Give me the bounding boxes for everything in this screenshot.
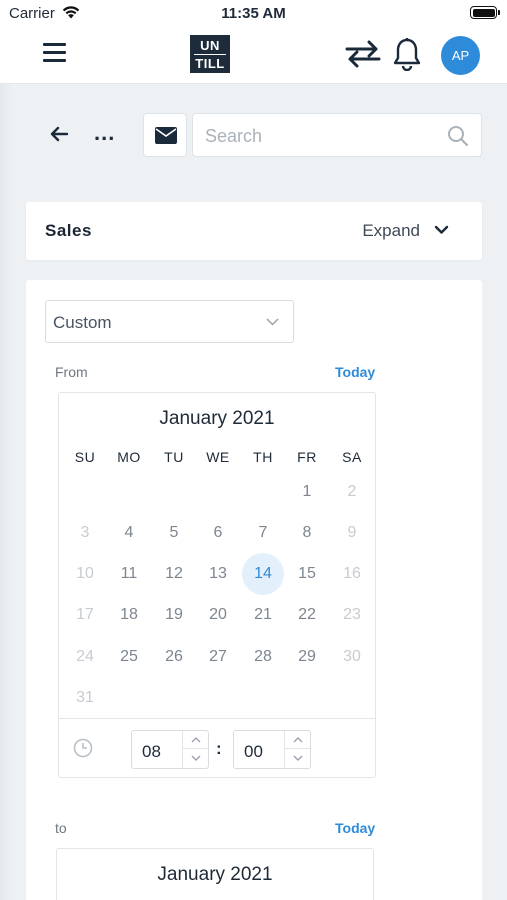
- calendar-day[interactable]: 2: [330, 473, 374, 511]
- weekday-header: MO: [117, 449, 141, 465]
- calendar-month-title: January 2021: [157, 864, 273, 885]
- period-select-value: Custom: [53, 313, 112, 332]
- chevron-down-icon[interactable]: [434, 225, 449, 235]
- calendar-day-selected[interactable]: 14: [241, 555, 285, 593]
- calendar-day[interactable]: 7: [241, 514, 285, 552]
- more-button[interactable]: ...: [94, 122, 115, 144]
- status-time: 11:35 AM: [221, 5, 286, 22]
- envelope-icon: [155, 127, 177, 144]
- calendar-day[interactable]: 27: [196, 638, 240, 676]
- search-input[interactable]: [205, 124, 440, 148]
- weekday-header: SA: [342, 449, 362, 465]
- toolbar: ...: [0, 84, 507, 184]
- calendar-day[interactable]: 12: [152, 555, 196, 593]
- minute-increment[interactable]: [285, 731, 310, 749]
- from-calendar: January 2021 SU MO TU WE TH FR SA 1 2 3 4 5 6 7 8 9 10 11…: [58, 392, 376, 778]
- hour-decrement[interactable]: [183, 749, 208, 767]
- to-label: to: [55, 820, 67, 836]
- status-bar: Carrier 11:35 AM: [0, 0, 507, 26]
- calendar-day[interactable]: 5: [152, 514, 196, 552]
- top-nav: UN TILL AP: [0, 26, 507, 84]
- swap-arrows-icon[interactable]: [345, 40, 381, 68]
- time-separator: :: [216, 739, 222, 758]
- expand-button[interactable]: Expand: [362, 221, 420, 241]
- calendar-day[interactable]: 19: [152, 596, 196, 634]
- time-picker: 08 : 00: [59, 718, 375, 778]
- calendar-day[interactable]: 9: [330, 514, 374, 552]
- hour-input[interactable]: 08: [131, 730, 209, 769]
- minute-decrement[interactable]: [285, 749, 310, 767]
- calendar-day[interactable]: 23: [330, 596, 374, 634]
- chevron-down-icon: [191, 755, 201, 761]
- sales-section-header[interactable]: Sales Expand: [26, 202, 482, 260]
- calendar-day[interactable]: 31: [63, 679, 107, 717]
- weekday-header: TU: [164, 449, 184, 465]
- hour-value: 08: [142, 742, 161, 761]
- minute-value: 00: [244, 742, 263, 761]
- avatar[interactable]: AP: [441, 36, 480, 75]
- clock-icon: [73, 738, 93, 758]
- untill-logo: UN TILL: [190, 35, 230, 73]
- calendar-day[interactable]: 25: [107, 638, 151, 676]
- from-today-link[interactable]: Today: [335, 364, 375, 380]
- calendar-day[interactable]: 16: [330, 555, 374, 593]
- chevron-up-icon: [191, 737, 201, 743]
- battery-icon: [470, 6, 500, 19]
- search-icon[interactable]: [447, 125, 469, 147]
- calendar-day[interactable]: 4: [107, 514, 151, 552]
- calendar-day[interactable]: 24: [63, 638, 107, 676]
- weekday-header: WE: [206, 449, 230, 465]
- menu-icon[interactable]: [43, 43, 66, 62]
- calendar-day[interactable]: 18: [107, 596, 151, 634]
- calendar-day[interactable]: 29: [285, 638, 329, 676]
- calendar-day[interactable]: 10: [63, 555, 107, 593]
- chevron-down-icon: [266, 318, 279, 326]
- to-calendar: January 2021: [56, 848, 374, 900]
- calendar-day[interactable]: 11: [107, 555, 151, 593]
- calendar-day[interactable]: 3: [63, 514, 107, 552]
- minute-input[interactable]: 00: [233, 730, 311, 769]
- logo-bottom-text: TILL: [195, 56, 225, 71]
- back-arrow-icon[interactable]: [49, 126, 69, 142]
- to-today-link[interactable]: Today: [335, 820, 375, 836]
- calendar-day[interactable]: 26: [152, 638, 196, 676]
- calendar-day[interactable]: 8: [285, 514, 329, 552]
- calendar-month-title: January 2021: [159, 408, 275, 429]
- chevron-down-icon: [293, 755, 303, 761]
- calendar-day[interactable]: 1: [285, 473, 329, 511]
- calendar-day[interactable]: 28: [241, 638, 285, 676]
- bell-icon[interactable]: [392, 37, 422, 71]
- calendar-day[interactable]: 30: [330, 638, 374, 676]
- period-select[interactable]: Custom: [45, 300, 294, 343]
- mail-button[interactable]: [143, 113, 187, 157]
- hour-increment[interactable]: [183, 731, 208, 749]
- calendar-day[interactable]: 13: [196, 555, 240, 593]
- calendar-day[interactable]: 22: [285, 596, 329, 634]
- calendar-day[interactable]: 17: [63, 596, 107, 634]
- chevron-up-icon: [293, 737, 303, 743]
- logo-top-text: UN: [200, 38, 220, 53]
- calendar-day[interactable]: 6: [196, 514, 240, 552]
- calendar-day[interactable]: 15: [285, 555, 329, 593]
- weekday-header: TH: [253, 449, 273, 465]
- weekday-header: FR: [297, 449, 317, 465]
- calendar-day[interactable]: 21: [241, 596, 285, 634]
- date-filter-panel: Custom From Today January 2021 SU MO TU WE T…: [26, 280, 482, 900]
- search-box: [192, 113, 482, 157]
- weekday-header: SU: [74, 449, 96, 465]
- sales-title: Sales: [45, 221, 92, 240]
- calendar-day[interactable]: 20: [196, 596, 240, 634]
- from-label: From: [55, 364, 88, 380]
- left-edge-shadow: [0, 84, 14, 900]
